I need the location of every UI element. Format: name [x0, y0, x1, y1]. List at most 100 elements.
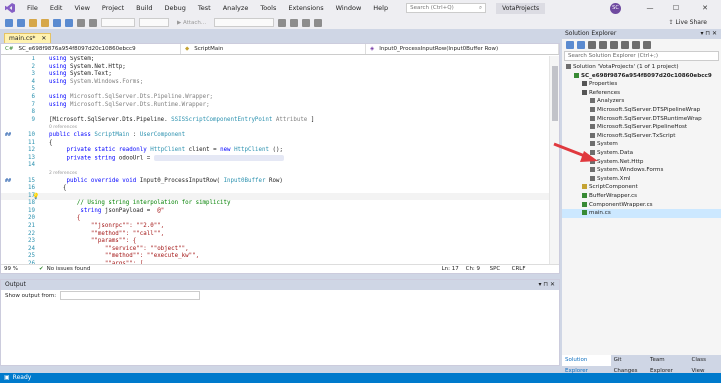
tab-solution-explorer[interactable]: Solution Explorer: [562, 355, 611, 374]
menu-item-build[interactable]: Build: [130, 0, 158, 16]
tree-item[interactable]: Microsoft.SqlServer.DTSPipelineWrap: [562, 106, 721, 115]
code-line[interactable]: 19 string jsonPayload = @": [1, 208, 549, 216]
menu-item-test[interactable]: Test: [192, 0, 217, 16]
tree-item[interactable]: References: [562, 89, 721, 98]
sync-icon[interactable]: [599, 41, 607, 49]
back-icon[interactable]: [566, 41, 574, 49]
code-line[interactable]: 8: [1, 109, 549, 117]
menu-item-debug[interactable]: Debug: [159, 0, 192, 16]
code-line[interactable]: 12 private static readonly HttpClient cl…: [1, 147, 549, 155]
code-line[interactable]: 7 using Microsoft.SqlServer.Dts.Runtime.W…: [1, 102, 549, 110]
solution-config-select[interactable]: [214, 18, 275, 27]
code-line[interactable]: 4 using System.Windows.Forms;: [1, 79, 549, 87]
tree-item[interactable]: Microsoft.SqlServer.PipelineHost: [562, 123, 721, 132]
back-icon[interactable]: [5, 18, 13, 27]
code-line[interactable]: 13 private string odooUrl =: [1, 154, 549, 163]
new-project-icon[interactable]: [29, 18, 37, 27]
forward-icon[interactable]: [17, 18, 25, 27]
gutter-marker[interactable]: ##: [5, 178, 11, 186]
code-line[interactable]: 2 references: [1, 170, 549, 178]
close-icon[interactable]: ✕: [695, 0, 715, 16]
type-nav-dropdown[interactable]: ◆ ScriptMain: [181, 44, 366, 54]
menu-item-view[interactable]: View: [68, 0, 95, 16]
menu-item-extensions[interactable]: Extensions: [282, 0, 329, 16]
find-icon[interactable]: [290, 18, 299, 27]
collapse-all-icon[interactable]: [621, 41, 629, 49]
home-icon[interactable]: [588, 41, 596, 49]
tree-item[interactable]: Properties: [562, 80, 721, 89]
tree-item[interactable]: BufferWrapper.cs: [562, 192, 721, 201]
codelens-references[interactable]: 2 references: [49, 170, 77, 178]
issues-status[interactable]: No issues found: [47, 265, 347, 273]
code-line[interactable]: 20 {: [1, 215, 549, 223]
output-source-select[interactable]: [60, 291, 201, 300]
tree-item[interactable]: System.Net.Http: [562, 158, 721, 167]
platform-select[interactable]: [139, 18, 169, 27]
code-line[interactable]: 2 using System.Net.Http;: [1, 64, 549, 72]
code-line[interactable]: 16 {: [1, 185, 549, 193]
tab-close-icon[interactable]: ✕: [41, 34, 46, 43]
properties-icon[interactable]: [632, 41, 640, 49]
save-all-icon[interactable]: [65, 18, 73, 27]
tab-main-cs[interactable]: main.cs* ✕: [4, 33, 52, 43]
code-line[interactable]: ## 10 public class ScriptMain : UserCompon…: [1, 132, 549, 140]
tree-item[interactable]: System.Data: [562, 149, 721, 158]
refresh-icon[interactable]: [610, 41, 618, 49]
code-line[interactable]: 24 ""service"": ""object"",: [1, 246, 549, 254]
tree-item[interactable]: Microsoft.SqlServer.TxScript: [562, 132, 721, 141]
solution-search-input[interactable]: Search Solution Explorer (Ctrl+;): [564, 51, 719, 61]
code-line[interactable]: 25 ""method"": ""execute_kw"",: [1, 253, 549, 261]
tree-item[interactable]: ComponentWrapper.cs: [562, 201, 721, 210]
attach-button[interactable]: ▶ Attach...: [177, 20, 206, 26]
code-line[interactable]: 0 references: [1, 124, 549, 132]
bookmark-icon[interactable]: [314, 18, 323, 27]
code-line[interactable]: 6 using Microsoft.SqlServer.Dts.Pipeline.…: [1, 94, 549, 102]
tree-item[interactable]: System: [562, 140, 721, 149]
forward-icon[interactable]: [577, 41, 585, 49]
toolbar-options-icon[interactable]: [278, 18, 287, 27]
avatar[interactable]: SC: [610, 3, 621, 14]
tab-class-view[interactable]: Class View: [689, 355, 721, 374]
live-share-button[interactable]: ⇪ Live Share: [669, 17, 707, 28]
menu-item-file[interactable]: File: [21, 0, 44, 16]
menu-item-tools[interactable]: Tools: [254, 0, 282, 16]
search-box[interactable]: Search (Ctrl+Q) ⌕: [406, 3, 487, 13]
code-line[interactable]: 14: [1, 162, 549, 170]
code-line[interactable]: 21 ""jsonrpc"": ""2.0"",: [1, 223, 549, 231]
code-line[interactable]: 💡 17: [1, 192, 549, 201]
tree-item[interactable]: System.Xml: [562, 175, 721, 184]
minimize-icon[interactable]: —: [640, 0, 660, 16]
configuration-select[interactable]: [101, 18, 135, 27]
redo-icon[interactable]: [89, 18, 97, 27]
comment-icon[interactable]: [302, 18, 311, 27]
code-line[interactable]: ## 15 public override void Input0_Process…: [1, 178, 549, 186]
code-line[interactable]: 3 using System.Text;: [1, 71, 549, 79]
code-editor[interactable]: C# SC_e698f9876a954f8097d20c10860ebcc9 ◆…: [0, 43, 560, 274]
tree-item[interactable]: ScriptComponent: [562, 183, 721, 192]
code-line[interactable]: 5: [1, 86, 549, 94]
tree-item[interactable]: Microsoft.SqlServer.DTSRuntimeWrap: [562, 115, 721, 124]
maximize-icon[interactable]: ☐: [666, 0, 686, 16]
tree-item[interactable]: main.cs: [562, 209, 721, 218]
code-line[interactable]: 11 {: [1, 140, 549, 148]
panel-options-icon[interactable]: ▾ ⊓ ✕: [700, 29, 721, 39]
line-ending[interactable]: CRLF: [512, 265, 534, 273]
tab-team-explorer[interactable]: Team Explorer: [647, 355, 688, 374]
whitespace-mode[interactable]: SPC: [490, 265, 512, 273]
project-nav-dropdown[interactable]: C# SC_e698f9876a954f8097d20c10860ebcc9: [1, 44, 181, 54]
undo-icon[interactable]: [77, 18, 85, 27]
tree-item[interactable]: System.Windows.Forms: [562, 166, 721, 175]
scrollbar-thumb[interactable]: [552, 66, 558, 121]
panel-options-icon[interactable]: ▾ ⊓ ✕: [538, 280, 559, 290]
tree-item[interactable]: SC_e698f9876a954f8097d20c10860ebcc9: [562, 72, 721, 81]
save-icon[interactable]: [53, 18, 61, 27]
member-nav-dropdown[interactable]: ◈ Input0_ProcessInputRow(Input0Buffer Ro…: [366, 44, 559, 54]
menu-item-window[interactable]: Window: [330, 0, 368, 16]
code-line[interactable]: 1 using System;: [1, 56, 549, 64]
wrench-icon[interactable]: [643, 41, 651, 49]
code-line[interactable]: 18 // Using string interpolation for sim…: [1, 200, 549, 208]
vertical-scrollbar[interactable]: [549, 56, 559, 266]
code-line[interactable]: 22 ""method"": ""call"",: [1, 231, 549, 239]
open-icon[interactable]: [41, 18, 49, 27]
menu-item-project[interactable]: Project: [96, 0, 130, 16]
